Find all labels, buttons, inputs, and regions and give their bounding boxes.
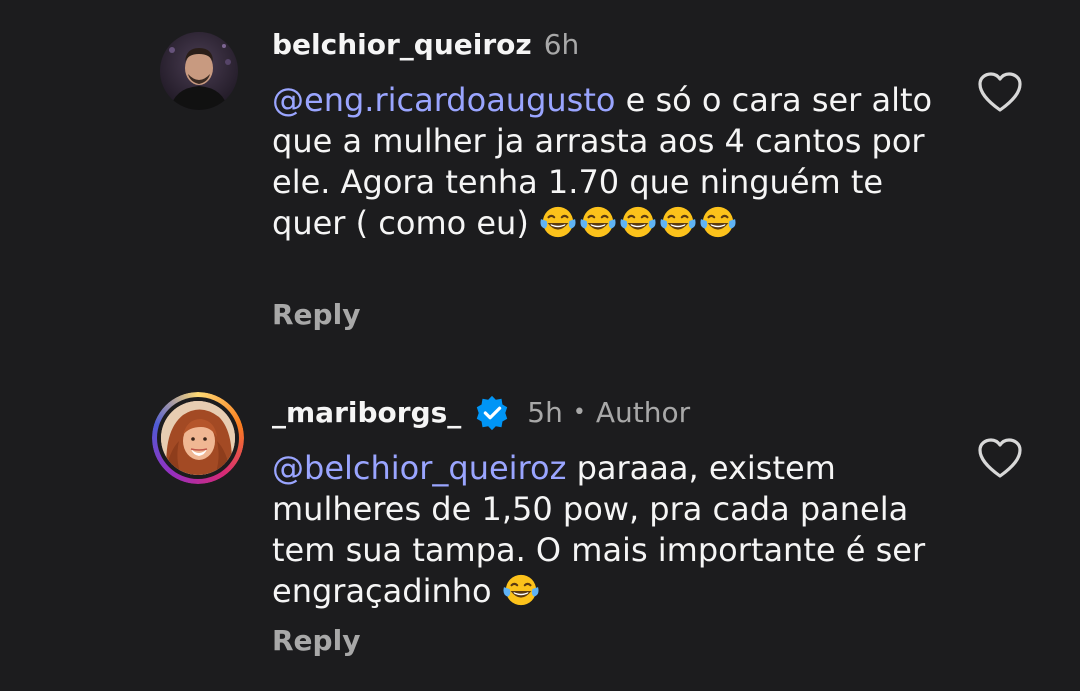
woman-profile-photo-icon: [161, 401, 235, 475]
comment-text: @belchior_queiroz paraaa, existem mulher…: [272, 448, 952, 612]
username[interactable]: belchior_queiroz: [272, 28, 532, 62]
laughing-tears-emoji-icon: [620, 206, 656, 238]
timestamp: 6h: [543, 28, 580, 61]
laughing-emoji-group: [502, 572, 542, 610]
comment-header: belchior_queiroz 6h: [272, 28, 579, 62]
laughing-tears-emoji-icon: [540, 206, 576, 238]
author-label: Author: [595, 396, 691, 429]
comment-text: @eng.ricardoaugusto e só o cara ser alto…: [272, 80, 952, 244]
avatar[interactable]: [160, 32, 238, 110]
mention-link[interactable]: @eng.ricardoaugusto: [272, 81, 615, 119]
comment-text-line-1: paraaa, existem: [566, 449, 836, 487]
comment-text-rest: mulheres de 1,50 pow, pra cada panela te…: [272, 490, 926, 610]
man-profile-photo-icon: [160, 32, 238, 110]
separator-dot: •: [572, 400, 586, 425]
comment-header: _mariborgs_ 5h • Author: [272, 394, 690, 432]
avatar[interactable]: [152, 392, 244, 484]
username[interactable]: _mariborgs_: [272, 396, 461, 430]
reply-button[interactable]: Reply: [272, 624, 360, 657]
story-ring: [152, 392, 244, 484]
laughing-tears-emoji-icon: [660, 206, 696, 238]
heart-outline-icon: [978, 72, 1022, 112]
reply-button[interactable]: Reply: [272, 298, 360, 331]
laughing-tears-emoji-icon: [700, 206, 736, 238]
comments-thread: belchior_queiroz 6h @eng.ricardoaugusto …: [0, 0, 1080, 691]
verified-badge-icon: [473, 394, 511, 432]
heart-outline-icon: [978, 438, 1022, 478]
laughing-tears-emoji-icon: [503, 574, 539, 606]
like-button[interactable]: [976, 70, 1024, 114]
timestamp: 5h: [527, 396, 563, 429]
laughing-tears-emoji-icon: [580, 206, 616, 238]
mention-link[interactable]: @belchior_queiroz: [272, 449, 566, 487]
comment-text-line-1: e só o cara ser: [615, 81, 862, 119]
like-button[interactable]: [976, 436, 1024, 480]
laughing-emoji-group: [539, 204, 739, 242]
